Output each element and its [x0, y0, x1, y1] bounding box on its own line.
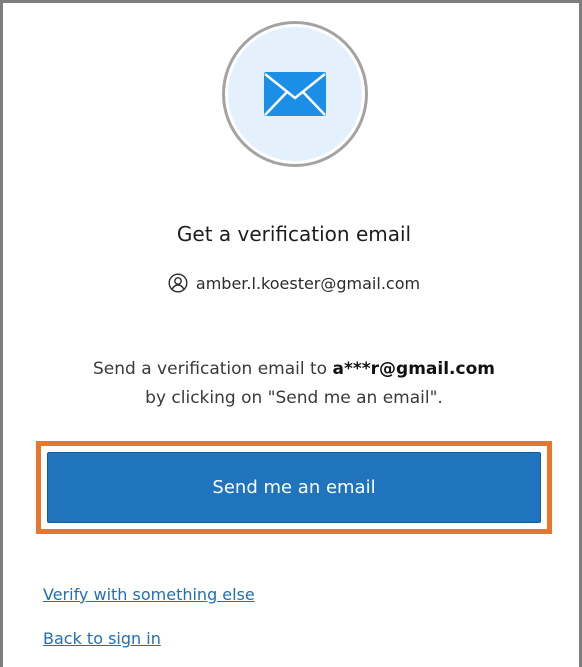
user-icon	[168, 273, 188, 293]
envelope-icon	[264, 72, 326, 116]
masked-email: a***r@gmail.com	[332, 359, 495, 379]
send-button-highlight: Send me an email	[36, 441, 552, 534]
verify-something-else-link[interactable]: Verify with something else	[43, 585, 255, 604]
user-identifier: amber.l.koester@gmail.com	[3, 273, 582, 293]
factor-icon-background	[228, 27, 362, 161]
page-title: Get a verification email	[176, 222, 412, 246]
instructions-prefix: Send a verification email to	[93, 359, 333, 379]
user-email: amber.l.koester@gmail.com	[195, 273, 421, 293]
instructions-line2: by clicking on "Send me an email".	[145, 388, 443, 408]
factor-icon-container	[222, 21, 368, 167]
send-email-button[interactable]: Send me an email	[47, 452, 541, 523]
back-to-sign-in-link[interactable]: Back to sign in	[43, 629, 161, 648]
instructions-text: Send a verification email to a***r@gmail…	[3, 355, 582, 413]
auth-card: Get a verification email amber.l.koester…	[0, 0, 582, 667]
